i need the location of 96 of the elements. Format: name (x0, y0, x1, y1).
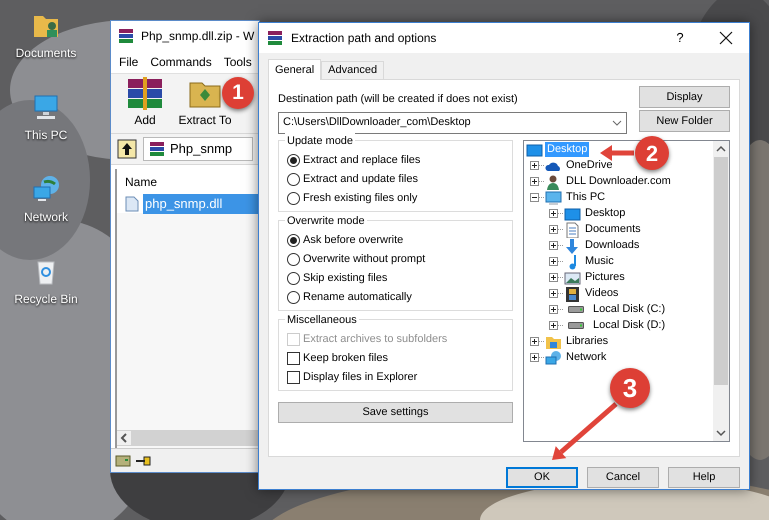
tree-item[interactable]: Local Disk (D:) (591, 318, 668, 333)
side-button[interactable]: Display (639, 86, 730, 108)
desktop-icon-label[interactable]: Network (24, 208, 68, 226)
option-label: Ask before overwrite (303, 233, 404, 248)
option-label: Rename automatically (303, 290, 412, 306)
expand-icon[interactable] (530, 337, 545, 346)
expand-icon[interactable] (549, 225, 564, 234)
drive-icon (568, 322, 585, 330)
option-label: Display files in Explorer (303, 370, 418, 386)
tree-item[interactable]: Network (564, 350, 608, 365)
down-arrow-icon (564, 238, 581, 254)
help-button[interactable]: ? (665, 28, 695, 48)
tree-item[interactable]: OneDrive (564, 158, 614, 173)
dialog-button[interactable]: OK (506, 467, 578, 488)
toolbar-button[interactable]: Add (134, 111, 156, 129)
group-title: Update mode (285, 132, 356, 149)
drive-icon (568, 306, 585, 314)
music-note-icon (568, 254, 577, 270)
radio-button[interactable] (287, 253, 300, 266)
option-label: Fresh existing files only (303, 191, 418, 206)
tree-item[interactable]: Local Disk (C:) (591, 302, 668, 317)
toolbar-button[interactable]: Extract To (178, 111, 232, 129)
monitor-icon (526, 142, 543, 158)
dialog-button[interactable]: Help (668, 467, 740, 488)
window-title: Extraction path and options (291, 30, 438, 47)
tab[interactable]: General (268, 59, 322, 80)
books-icon (117, 27, 135, 45)
books-icon (125, 75, 165, 111)
expand-icon[interactable] (549, 273, 564, 282)
file-icon (125, 196, 139, 212)
option-label: Keep broken files (303, 351, 388, 366)
tree-item[interactable]: Music (583, 254, 616, 269)
arrow (552, 402, 618, 460)
save-settings-button[interactable]: Save settings (278, 402, 513, 422)
radio-button[interactable] (287, 192, 300, 205)
menu-item[interactable]: File (119, 53, 138, 71)
film-icon (564, 286, 581, 302)
books-icon (267, 30, 283, 46)
dialog-button[interactable]: Cancel (587, 467, 659, 488)
globe-icon (31, 174, 61, 204)
expand-icon[interactable] (549, 321, 564, 330)
tree-item[interactable]: DLL Downloader.com (564, 174, 673, 189)
document-icon (564, 222, 581, 238)
expand-icon[interactable] (549, 257, 564, 266)
horizontal-scrollbar[interactable] (117, 430, 259, 446)
option-label: Extract archives to subfolders (303, 332, 448, 348)
monitor-icon (564, 206, 581, 222)
expand-icon[interactable] (530, 161, 545, 170)
scrollbar-thumb[interactable] (714, 156, 728, 384)
menu-item[interactable]: Commands (150, 53, 212, 71)
tree-item[interactable]: Documents (583, 222, 643, 237)
expand-icon[interactable] (549, 305, 564, 314)
tree-item[interactable]: Pictures (583, 270, 627, 285)
checkbox[interactable] (287, 371, 300, 384)
tree-item[interactable]: Videos (583, 286, 620, 301)
radio-button[interactable] (287, 154, 300, 167)
radio-button[interactable] (287, 234, 300, 247)
destination-field[interactable]: C:\Users\DllDownloader_com\Desktop (278, 112, 627, 134)
chevron-down-icon (612, 120, 622, 126)
drive-icon (115, 454, 131, 466)
globe-icon (545, 350, 562, 366)
field-label: Destination path (will be created if does not exist) (278, 92, 519, 107)
landscape-icon (564, 270, 581, 286)
column-header[interactable]: Name (125, 173, 158, 191)
expand-icon[interactable] (530, 353, 545, 362)
menu-item[interactable]: Tools (224, 53, 252, 71)
books-icon (148, 140, 166, 158)
chevron-left-icon[interactable] (117, 431, 131, 445)
radio-button[interactable] (287, 272, 300, 285)
key-icon (135, 456, 151, 466)
tree-item[interactable]: Libraries (564, 334, 610, 349)
address-field[interactable]: Php_snmp (143, 137, 253, 161)
tree-item[interactable]: Downloads (583, 238, 642, 253)
radio-button[interactable] (287, 291, 300, 304)
desktop-icon-label[interactable]: This PC (24, 126, 68, 144)
option-label: Overwrite without prompt (303, 252, 426, 268)
tree-item[interactable]: Desktop (583, 206, 628, 221)
tab[interactable]: Advanced (321, 61, 384, 79)
expand-icon[interactable] (549, 241, 564, 250)
expand-icon[interactable] (530, 177, 545, 186)
window-title: Php_snmp.dll.zip - W (141, 28, 254, 45)
option-label: Extract and replace files (303, 153, 420, 168)
option-label: Extract and update files (303, 172, 418, 188)
expand-icon[interactable] (549, 209, 564, 218)
checkbox[interactable] (287, 352, 300, 365)
tree-item[interactable]: This PC (564, 190, 608, 205)
arrow (600, 145, 634, 161)
person-icon (545, 174, 562, 190)
vertical-scrollbar[interactable] (713, 140, 729, 440)
expand-icon[interactable] (549, 289, 564, 298)
monitor-icon (545, 190, 562, 206)
radio-button[interactable] (287, 173, 300, 186)
side-button[interactable]: New Folder (639, 110, 730, 132)
up-folder-icon[interactable] (117, 139, 137, 159)
collapse-icon[interactable] (530, 193, 545, 202)
option-label: Skip existing files (303, 271, 388, 286)
